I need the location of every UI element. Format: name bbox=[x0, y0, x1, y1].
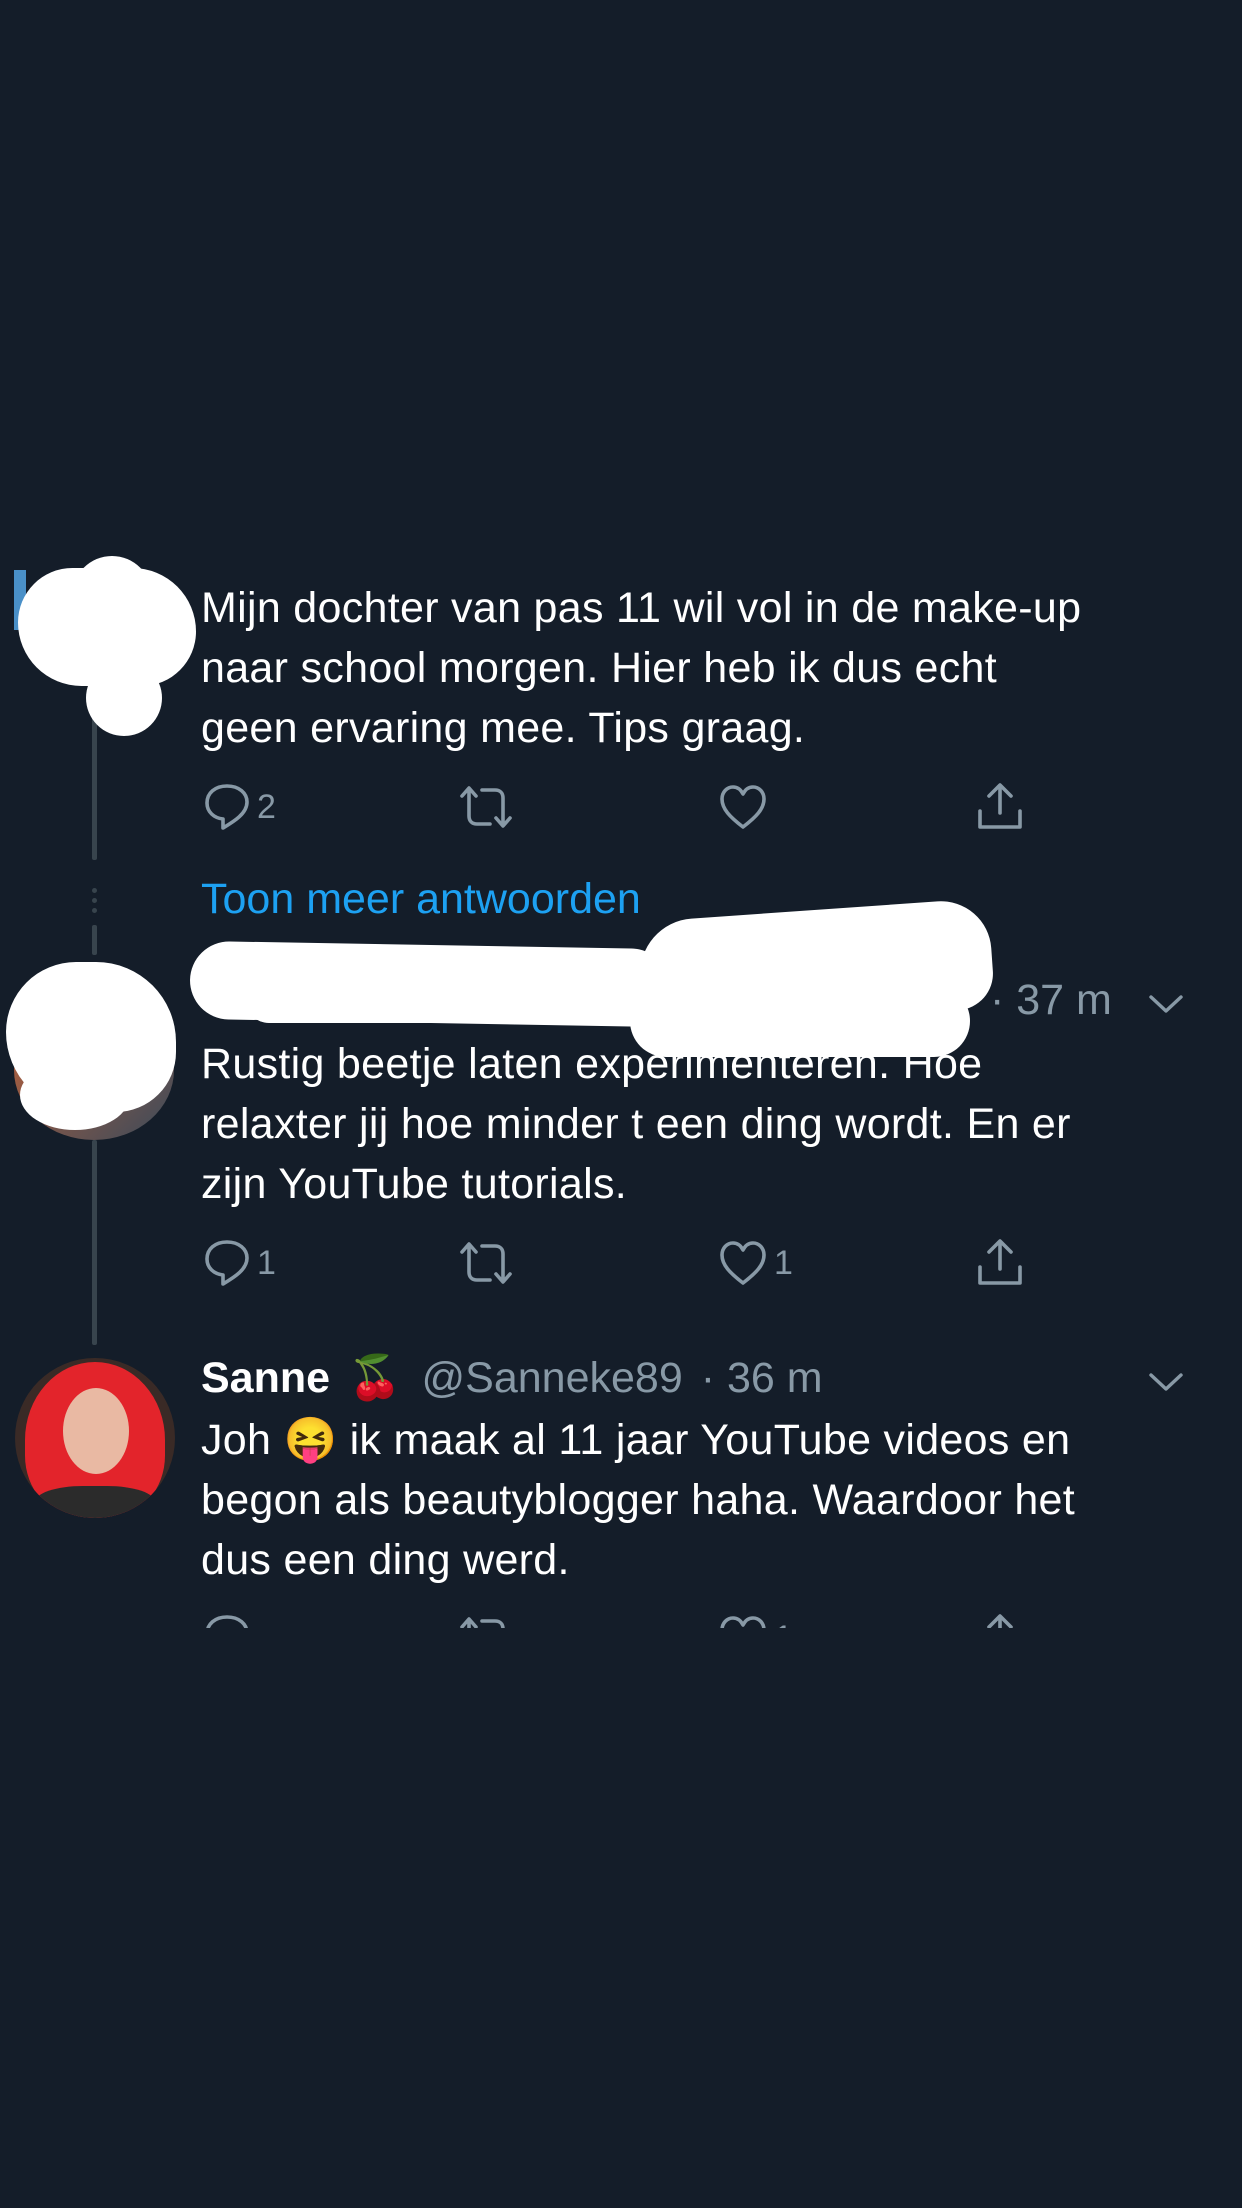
thread-line bbox=[92, 925, 97, 955]
avatar[interactable] bbox=[15, 1358, 175, 1518]
retweet-icon bbox=[460, 1242, 512, 1284]
tweet-thread-screen: Mijn dochter van pas 11 wil vol in de ma… bbox=[0, 0, 1242, 2208]
show-more-replies-link[interactable]: Toon meer antwoorden bbox=[201, 875, 641, 924]
thread-line bbox=[92, 1140, 97, 1345]
reply-button[interactable]: 2 bbox=[203, 777, 276, 837]
author-name[interactable]: Sanne bbox=[201, 1354, 330, 1402]
retweet-button[interactable] bbox=[458, 1233, 514, 1293]
redaction-blob bbox=[86, 660, 162, 736]
tweet-text: Rustig beetje laten experimenteren. Hoe … bbox=[201, 1034, 1201, 1214]
avatar-shirt bbox=[35, 1486, 155, 1518]
chevron-down-icon[interactable] bbox=[1146, 992, 1186, 1016]
redaction-blob bbox=[20, 1060, 130, 1130]
reply-count: 1 bbox=[257, 1243, 276, 1282]
reply-icon bbox=[205, 1240, 249, 1286]
redaction-blob bbox=[72, 556, 152, 636]
tweet-text-line: Joh 😝 ik maak al 11 jaar YouTube videos … bbox=[201, 1416, 1071, 1464]
cherry-emoji: 🍒 bbox=[348, 1354, 402, 1402]
tweet-header: Sanne 🍒 @Sanneke89 · 36 m bbox=[201, 1348, 823, 1408]
tweet-time: · 37 m bbox=[990, 976, 1112, 1024]
retweet-button[interactable] bbox=[458, 777, 514, 837]
like-count: 1 bbox=[774, 1243, 793, 1282]
reply-icon bbox=[205, 784, 249, 830]
tweet-text-line: dus een ding werd. bbox=[201, 1536, 570, 1584]
tweet-text-line: zijn YouTube tutorials. bbox=[201, 1160, 628, 1208]
reply-button[interactable]: 1 bbox=[203, 1233, 276, 1293]
share-button[interactable] bbox=[975, 777, 1025, 837]
tweet-time: · 36 m bbox=[700, 1354, 823, 1402]
reply-count: 2 bbox=[257, 787, 276, 826]
tweet-text-line: naar school morgen. Hier heb ik dus echt bbox=[201, 644, 997, 692]
share-icon bbox=[978, 1239, 1022, 1285]
share-button[interactable] bbox=[975, 1233, 1025, 1293]
like-icon bbox=[720, 1241, 766, 1285]
like-button[interactable]: 1 bbox=[718, 1233, 793, 1293]
thread-gap-dots bbox=[92, 888, 97, 918]
tweet-text-line: relaxter jij hoe minder t een ding wordt… bbox=[201, 1100, 1071, 1148]
tweet-text: Joh 😝 ik maak al 11 jaar YouTube videos … bbox=[201, 1410, 1201, 1590]
like-icon bbox=[720, 785, 766, 829]
tweet-text: Mijn dochter van pas 11 wil vol in de ma… bbox=[201, 578, 1201, 758]
chevron-down-icon[interactable] bbox=[1146, 1370, 1186, 1394]
tweet-text-line: Mijn dochter van pas 11 wil vol in de ma… bbox=[201, 584, 1082, 632]
avatar-face bbox=[63, 1388, 129, 1474]
tweet-text-line: geen ervaring mee. Tips graag. bbox=[201, 704, 806, 752]
screenshot-crop-mask bbox=[0, 1628, 1242, 2208]
share-icon bbox=[978, 783, 1022, 829]
author-handle[interactable]: @Sanneke89 bbox=[422, 1354, 683, 1402]
tweet-text-line: begon als beautyblogger haha. Waardoor h… bbox=[201, 1476, 1076, 1524]
tweet-text-line: Rustig beetje laten experimenteren. Hoe bbox=[201, 1040, 983, 1088]
retweet-icon bbox=[460, 786, 512, 828]
like-button[interactable] bbox=[718, 777, 768, 837]
